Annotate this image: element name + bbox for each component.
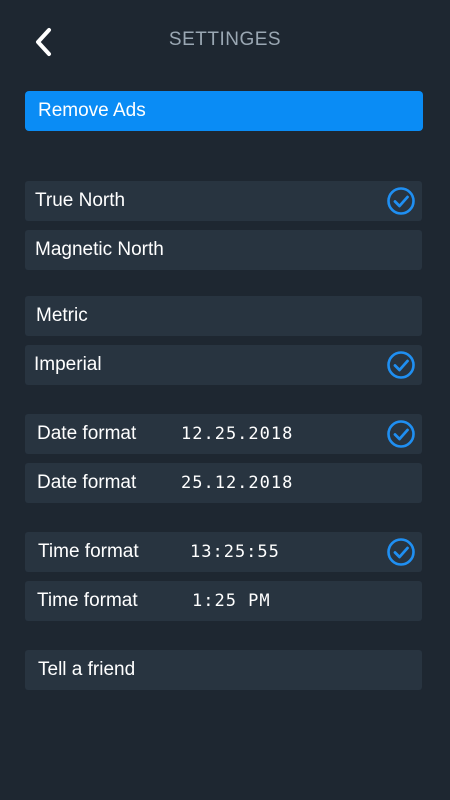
metric-label: Metric (36, 305, 88, 326)
date-format-label: Date format (37, 472, 137, 493)
header: SETTINGES (0, 0, 450, 82)
magnetic-north-label: Magnetic North (35, 239, 164, 260)
date-format-label: Date format (37, 423, 137, 444)
true-north-option[interactable]: True North (25, 181, 422, 221)
true-north-label: True North (35, 190, 126, 211)
date-format-mdy-option[interactable]: Date format 12.25.2018 (25, 414, 422, 454)
date-format-value: 12.25.2018 (181, 424, 294, 444)
date-format-value: 25.12.2018 (181, 473, 294, 493)
check-circle-icon (387, 420, 415, 448)
time-format-value: 1:25 PM (192, 591, 271, 611)
tell-a-friend-label: Tell a friend (38, 659, 136, 680)
time-format-12h-option[interactable]: Time format 1:25 PM (25, 581, 422, 621)
date-format-dmy-option[interactable]: Date format 25.12.2018 (25, 463, 422, 503)
metric-option[interactable]: Metric (25, 296, 422, 336)
check-circle-icon (387, 351, 415, 379)
magnetic-north-option[interactable]: Magnetic North (25, 230, 422, 270)
time-format-value: 13:25:55 (190, 542, 280, 562)
time-format-24h-option[interactable]: Time format 13:25:55 (25, 532, 422, 572)
check-circle-icon (387, 538, 415, 566)
remove-ads-button[interactable]: Remove Ads (25, 91, 423, 131)
tell-a-friend-button[interactable]: Tell a friend (25, 650, 422, 690)
imperial-option[interactable]: Imperial (25, 345, 422, 385)
time-format-label: Time format (38, 541, 139, 562)
imperial-label: Imperial (34, 354, 102, 375)
time-format-label: Time format (37, 590, 138, 611)
page-title: SETTINGES (168, 29, 282, 50)
check-circle-icon (387, 187, 415, 215)
